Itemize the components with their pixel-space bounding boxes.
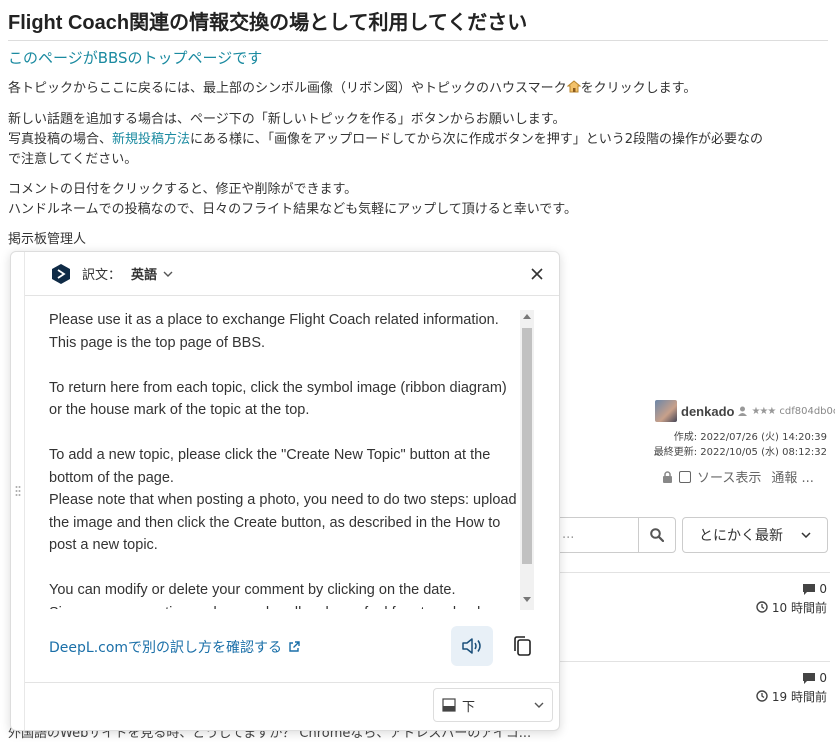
comment-count: 0 (819, 582, 827, 596)
comment-icon (803, 672, 816, 684)
translation-popup: 訳文： 英語 Please use it as a place to excha… (10, 251, 560, 731)
translated-paragraph: To return here from each topic, click th… (49, 379, 507, 419)
avatar[interactable] (655, 400, 677, 422)
intro-paragraph-1: 各トピックからここに戻るには、最上部のシンボル画像（リボン図）やトピックのハウス… (8, 80, 697, 96)
post-author: denkado ★★★ cdf804db0c (655, 400, 835, 422)
comment-icon (803, 583, 816, 595)
scroll-down-icon[interactable] (523, 597, 531, 603)
updated-date[interactable]: 最終更新: 2022/10/05 (水) 08:12:32 (654, 443, 827, 458)
comment-count: 0 (819, 671, 827, 685)
topic-age: 19 時間前 (771, 689, 827, 704)
copy-icon (514, 636, 531, 656)
search-button[interactable] (638, 517, 676, 553)
dock-bottom-icon (442, 698, 456, 712)
sort-select[interactable]: とにかく最新 (682, 517, 828, 553)
lock-icon (663, 470, 672, 483)
speaker-icon (462, 638, 481, 654)
translated-paragraph: To add a new topic, please click the "Cr… (49, 447, 517, 553)
chevron-down-icon (801, 532, 811, 538)
intro-paragraph-3: コメントの日付をクリックすると、修正や削除ができます。 ハンドルネームでの投稿な… (8, 182, 578, 217)
target-language[interactable]: 英語 (131, 264, 157, 283)
alt-link-label: DeepL.comで別の訳し方を確認する (49, 640, 283, 656)
source-toggle-row: ソース表示 通報 ... (662, 467, 814, 486)
created-date[interactable]: 作成: 2022/07/26 (火) 14:20:39 (674, 428, 827, 443)
search-icon (650, 528, 664, 542)
chevron-down-icon[interactable] (163, 271, 173, 277)
translated-text: Please use it as a place to exchange Fli… (49, 309, 519, 609)
copy-button[interactable] (501, 626, 543, 666)
page-subheading: このページがBBSのトップページです (8, 49, 263, 67)
page-title: Flight Coach関連の情報交換の場として利用してください (8, 6, 828, 41)
position-value: 下 (462, 699, 476, 715)
topic-meta-2: 0 19 時間前 (756, 669, 827, 705)
footer-divider (25, 682, 559, 683)
user-icon (738, 406, 748, 416)
report-link[interactable]: 通報 ... (771, 467, 814, 486)
speak-button[interactable] (451, 626, 493, 666)
translation-label: 訳文： (82, 268, 122, 283)
clock-icon (756, 690, 768, 702)
scroll-up-icon[interactable] (523, 313, 531, 319)
topic-age: 10 時間前 (771, 600, 827, 615)
source-checkbox[interactable] (679, 470, 691, 483)
source-label[interactable]: ソース表示 (697, 467, 761, 486)
author-name[interactable]: denkado (681, 404, 734, 419)
divider (555, 572, 830, 573)
clock-icon (756, 601, 768, 613)
external-link-icon (289, 641, 300, 652)
position-select[interactable]: 下 (433, 688, 553, 722)
divider (555, 661, 830, 662)
alternative-translation-link[interactable]: DeepL.comで別の訳し方を確認する (49, 637, 300, 657)
rating-stars: ★★★ (751, 405, 776, 417)
topic-meta-1: 0 10 時間前 (756, 580, 827, 616)
translated-paragraph: You can modify or delete your comment by… (49, 582, 480, 609)
scrollbar[interactable] (520, 310, 534, 610)
signature: 掲示板管理人 (8, 232, 87, 247)
close-button[interactable] (527, 264, 547, 284)
intro-paragraph-2: 新しい話題を追加する場合は、ページ下の「新しいトピックを作る」ボタンからお願いし… (8, 112, 764, 167)
translated-paragraph: Please use it as a place to exchange Fli… (49, 312, 499, 351)
popup-header: 訳文： 英語 (25, 252, 559, 296)
drag-handle[interactable] (11, 252, 25, 730)
grip-icon (15, 486, 20, 496)
house-icon[interactable] (566, 80, 581, 93)
author-id: cdf804db0c (779, 405, 835, 417)
chevron-down-icon (534, 702, 544, 708)
scroll-thumb[interactable] (522, 328, 532, 564)
search-input[interactable]: ... (555, 517, 638, 553)
new-post-method-link[interactable]: 新規投稿方法 (112, 132, 190, 147)
deepl-logo-icon (52, 263, 70, 284)
close-icon (531, 267, 543, 280)
sort-select-value: とにかく最新 (699, 528, 783, 544)
